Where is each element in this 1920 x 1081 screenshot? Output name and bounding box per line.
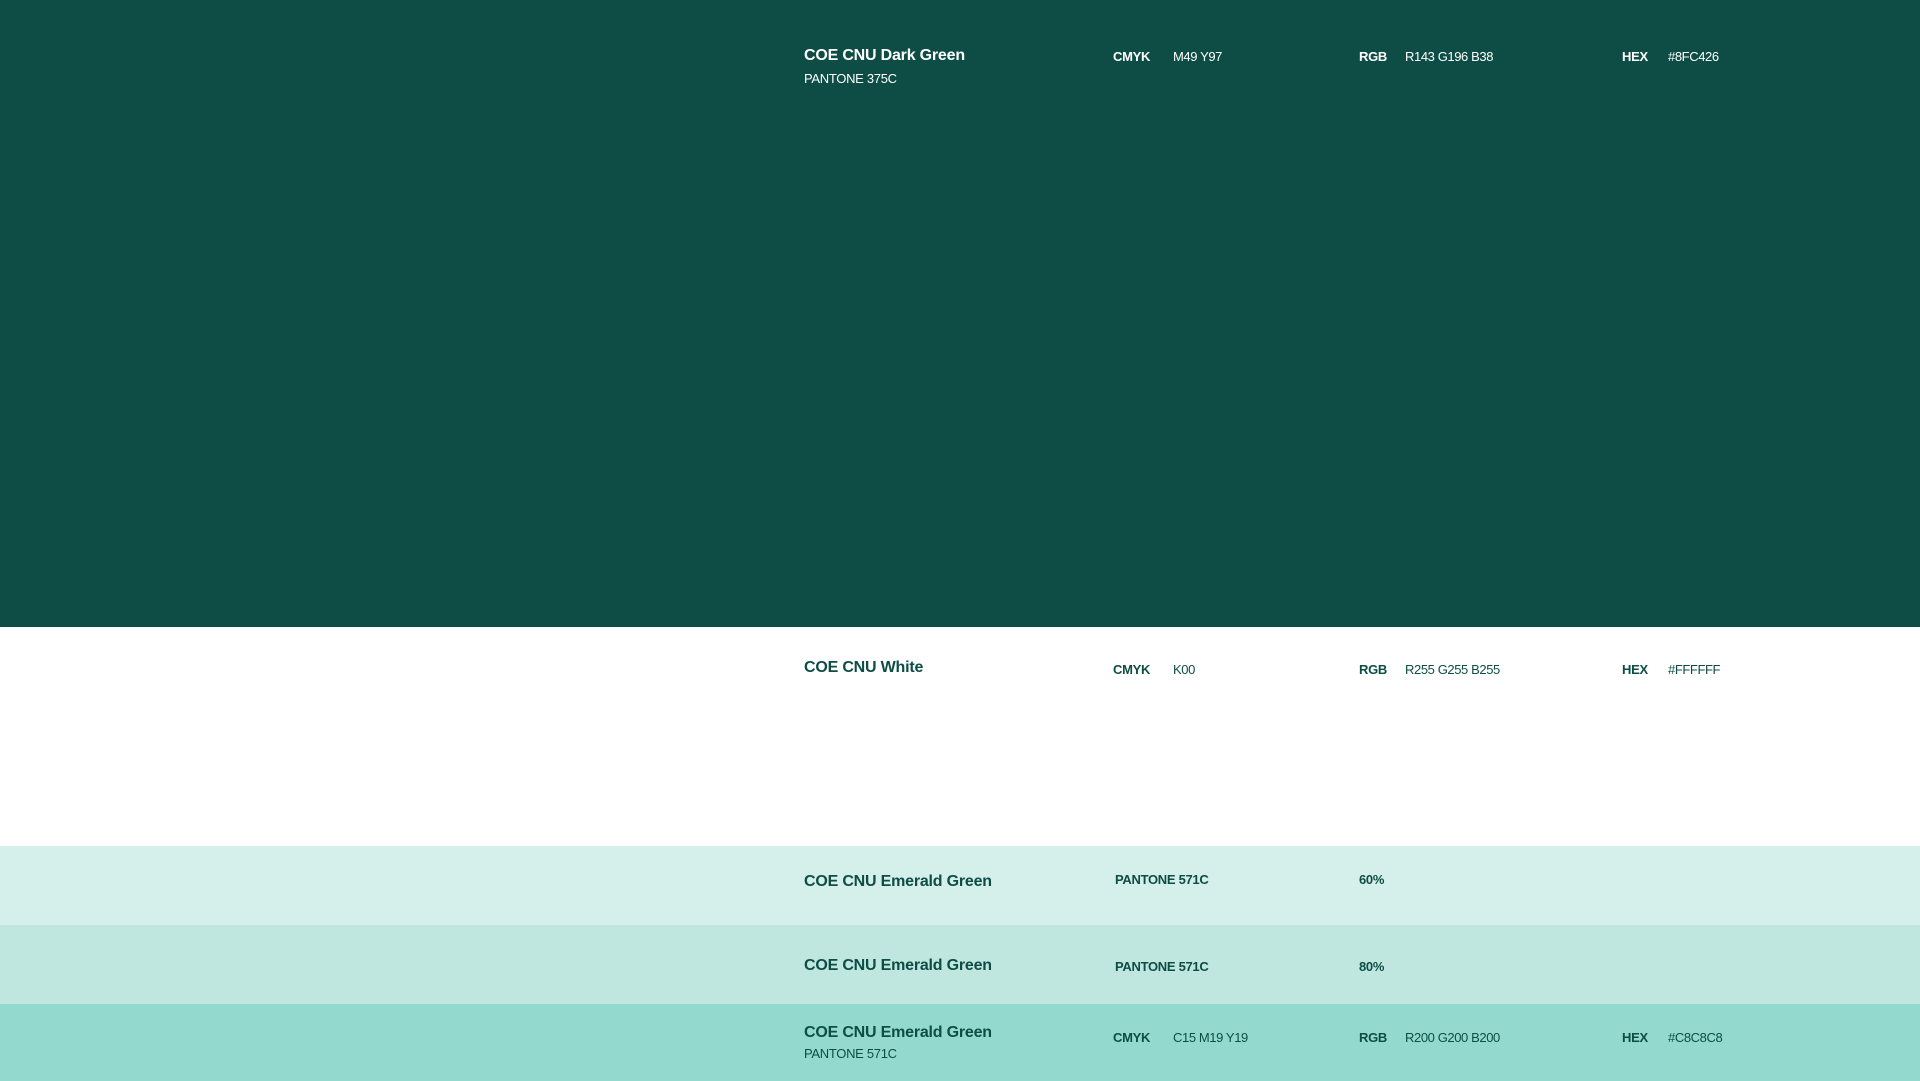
hex-value: #C8C8C8 [1668,1030,1723,1045]
cmyk-value: M49 Y97 [1173,49,1222,64]
hex-value: #FFFFFF [1668,662,1721,677]
rgb-label: RGB [1359,49,1387,64]
tint-percent: 60% [1359,872,1385,887]
color-name: COE CNU Dark Green [804,47,965,64]
swatch-dark-green: COE CNU Dark Green PANTONE 375C CMYK M49… [0,0,1920,627]
pantone-code: PANTONE 571C [804,1046,897,1061]
swatch-white: COE CNU White CMYK K00 RGB R255 G255 B25… [0,627,1920,846]
cmyk-label: CMYK [1113,49,1151,64]
pantone-code: PANTONE 375C [804,71,897,86]
hex-label: HEX [1622,49,1648,64]
rgb-value: R143 G196 B38 [1405,49,1494,64]
color-palette-page: COE CNU Dark Green PANTONE 375C CMYK M49… [0,0,1920,1081]
cmyk-value: K00 [1173,662,1195,677]
color-name: COE CNU White [804,659,924,676]
swatch-emerald-80: COE CNU Emerald Green PANTONE 571C 80% [0,925,1920,1004]
rgb-label: RGB [1359,662,1387,677]
pantone-code: PANTONE 571C [1115,959,1209,974]
color-name: COE CNU Emerald Green [804,1024,992,1041]
cmyk-label: CMYK [1113,1030,1151,1045]
tint-percent: 80% [1359,959,1385,974]
hex-value: #8FC426 [1668,49,1719,64]
pantone-code: PANTONE 571C [1115,872,1209,887]
swatch-emerald: COE CNU Emerald Green PANTONE 571C CMYK … [0,1004,1920,1081]
rgb-label: RGB [1359,1030,1387,1045]
rgb-value: R200 G200 B200 [1405,1030,1500,1045]
swatch-emerald-60: COE CNU Emerald Green PANTONE 571C 60% [0,846,1920,925]
rgb-value: R255 G255 B255 [1405,662,1500,677]
color-name: COE CNU Emerald Green [804,957,992,974]
hex-label: HEX [1622,662,1648,677]
color-name: COE CNU Emerald Green [804,873,992,890]
cmyk-label: CMYK [1113,662,1151,677]
cmyk-value: C15 M19 Y19 [1173,1030,1248,1045]
hex-label: HEX [1622,1030,1648,1045]
